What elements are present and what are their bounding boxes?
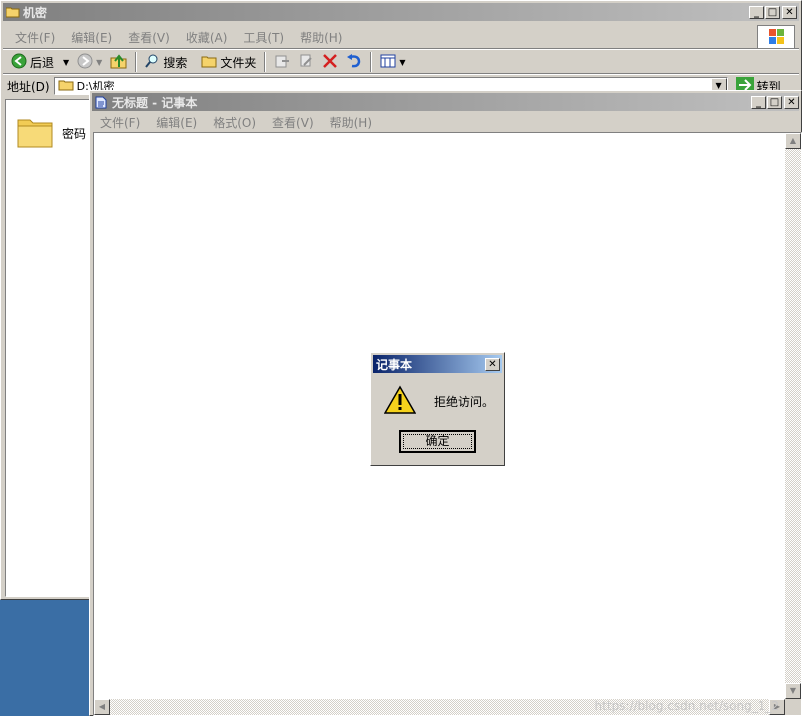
delete-x-icon <box>322 53 338 72</box>
up-folder-icon <box>110 52 128 73</box>
menu-file[interactable]: 文件(F) <box>7 29 63 46</box>
address-label: 地址(D) <box>7 79 50 94</box>
search-button[interactable]: 搜索 <box>140 51 191 73</box>
list-item[interactable]: 密码 <box>16 114 86 153</box>
menu-edit[interactable]: 编辑(E) <box>63 29 120 46</box>
views-dropdown-icon[interactable]: ▼ <box>399 58 405 67</box>
back-label: 后退 <box>30 55 55 70</box>
explorer-menubar: 文件(F) 编辑(E) 查看(V) 收藏(A) 工具(T) 帮助(H) <box>7 27 747 47</box>
address-folder-icon <box>58 78 74 94</box>
up-folder-button[interactable] <box>106 51 132 73</box>
back-button[interactable]: 后退 ▼ <box>7 51 73 73</box>
back-arrow-icon <box>11 53 27 72</box>
warning-icon <box>383 385 417 418</box>
delete-button[interactable] <box>318 51 342 73</box>
copy-to-button[interactable] <box>294 51 318 73</box>
scroll-down-button[interactable]: ▼ <box>785 683 801 699</box>
views-icon <box>380 54 396 71</box>
menu-favorites[interactable]: 收藏(A) <box>178 29 236 46</box>
scroll-left-button[interactable]: ◀ <box>94 699 110 715</box>
folders-button[interactable]: 文件夹 <box>197 51 260 73</box>
undo-icon <box>346 53 362 72</box>
forward-button[interactable]: ▼ <box>73 51 106 73</box>
menu-tools[interactable]: 工具(T) <box>235 29 292 46</box>
views-button[interactable]: ▼ <box>376 51 409 73</box>
error-dialog: 记事本 ✕ 拒绝访问。 确定 <box>370 352 505 466</box>
notepad-menubar: 文件(F) 编辑(E) 格式(O) 查看(V) 帮助(H) <box>92 112 380 132</box>
dialog-message: 拒绝访问。 <box>434 395 495 409</box>
move-to-button[interactable] <box>270 51 294 73</box>
menu-edit[interactable]: 编辑(E) <box>148 114 205 131</box>
forward-arrow-icon <box>77 53 93 72</box>
maximize-button[interactable]: □ <box>767 96 782 109</box>
notepad-icon <box>95 96 109 109</box>
explorer-titlebar[interactable]: 机密 <box>3 3 799 21</box>
dialog-titlebar[interactable]: 记事本 <box>373 355 502 373</box>
folder-icon <box>5 6 20 18</box>
menu-help[interactable]: 帮助(H) <box>292 29 350 46</box>
item-label: 密码 <box>62 127 87 141</box>
windows-logo <box>757 25 795 49</box>
undo-button[interactable] <box>342 51 366 73</box>
menu-format[interactable]: 格式(O) <box>205 114 264 131</box>
folders-label: 文件夹 <box>220 55 257 70</box>
minimize-button[interactable]: _ <box>749 6 764 19</box>
close-button[interactable]: ✕ <box>782 6 797 19</box>
scroll-up-button[interactable]: ▲ <box>785 133 801 149</box>
dialog-title: 记事本 <box>376 357 413 372</box>
close-button[interactable]: ✕ <box>485 358 500 371</box>
search-icon <box>144 53 160 72</box>
menu-view[interactable]: 查看(V) <box>264 114 322 131</box>
size-grip[interactable] <box>785 699 801 715</box>
notepad-titlebar[interactable]: 无标题 - 记事本 <box>92 93 799 111</box>
vertical-scrollbar[interactable]: ▲ ▼ <box>785 133 801 699</box>
menu-view[interactable]: 查看(V) <box>120 29 178 46</box>
close-button[interactable]: ✕ <box>784 96 799 109</box>
minimize-button[interactable]: _ <box>751 96 766 109</box>
ok-button[interactable]: 确定 <box>399 430 476 453</box>
folders-icon <box>201 54 217 71</box>
maximize-button[interactable]: □ <box>765 6 780 19</box>
search-label: 搜索 <box>163 55 188 70</box>
menu-file[interactable]: 文件(F) <box>92 114 148 131</box>
forward-dropdown-icon[interactable]: ▼ <box>96 58 102 67</box>
move-to-icon <box>274 53 290 72</box>
copy-to-icon <box>298 53 314 72</box>
explorer-title: 机密 <box>23 5 48 20</box>
watermark: https://blog.csdn.net/song_1_2 <box>594 699 779 713</box>
menu-help[interactable]: 帮助(H) <box>322 114 380 131</box>
back-dropdown-icon[interactable]: ▼ <box>63 58 69 67</box>
notepad-title: 无标题 - 记事本 <box>112 95 198 110</box>
explorer-toolbar: 后退 ▼ ▼ 搜索 文件夹 ▼ <box>7 51 410 73</box>
ok-label: 确定 <box>403 434 472 449</box>
folder-icon <box>16 114 54 153</box>
